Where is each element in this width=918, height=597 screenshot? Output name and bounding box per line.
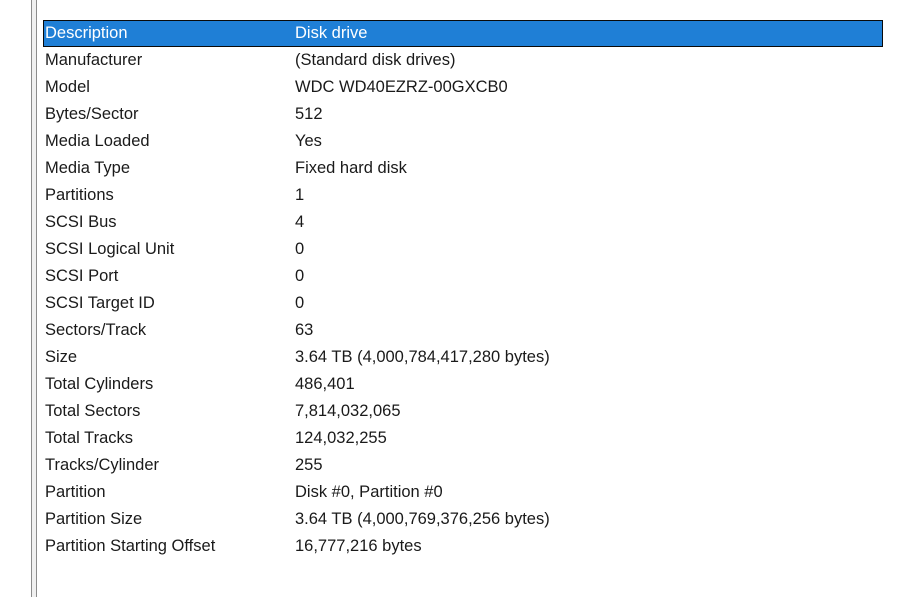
item-value: 1 xyxy=(295,186,305,204)
item-value: 486,401 xyxy=(295,375,355,393)
property-row[interactable]: Manufacturer (Standard disk drives) xyxy=(43,47,883,74)
item-label: Partitions xyxy=(45,186,114,204)
property-row[interactable]: Sectors/Track 63 xyxy=(43,317,883,344)
property-row[interactable]: SCSI Port 0 xyxy=(43,263,883,290)
item-value: Yes xyxy=(295,132,322,150)
item-value: Disk drive xyxy=(295,24,368,42)
property-row[interactable]: SCSI Bus 4 xyxy=(43,209,883,236)
item-value: 255 xyxy=(295,456,323,474)
item-label: Tracks/Cylinder xyxy=(45,456,159,474)
property-row[interactable]: Bytes/Sector 512 xyxy=(43,101,883,128)
property-row[interactable]: Total Cylinders 486,401 xyxy=(43,371,883,398)
item-value: 63 xyxy=(295,321,314,339)
property-row[interactable]: Media Loaded Yes xyxy=(43,128,883,155)
item-value: (Standard disk drives) xyxy=(295,51,456,69)
property-row[interactable]: Tracks/Cylinder 255 xyxy=(43,452,883,479)
item-value: WDC WD40EZRZ-00GXCB0 xyxy=(295,78,508,96)
property-row-selected[interactable]: Description Disk drive xyxy=(43,20,883,47)
item-label: Partition Starting Offset xyxy=(45,537,216,555)
item-value: 0 xyxy=(295,267,305,285)
item-value: 0 xyxy=(295,294,305,312)
item-label: Partition xyxy=(45,483,106,501)
item-label: Total Tracks xyxy=(45,429,134,447)
item-label: Size xyxy=(45,348,78,366)
properties-list: Description Disk drive Manufacturer (Stand… xyxy=(43,20,883,560)
system-information-window: Description Disk drive Manufacturer (Stand… xyxy=(0,0,918,597)
property-row[interactable]: Total Tracks 124,032,255 xyxy=(43,425,883,452)
pane-splitter[interactable] xyxy=(31,0,37,597)
item-label: SCSI Target ID xyxy=(45,294,155,312)
property-row[interactable]: SCSI Target ID 0 xyxy=(43,290,883,317)
item-label: Description xyxy=(45,24,128,42)
item-label: Media Loaded xyxy=(45,132,150,150)
item-value: 512 xyxy=(295,105,323,123)
item-value: 3.64 TB (4,000,769,376,256 bytes) xyxy=(295,510,550,528)
property-row[interactable]: Total Sectors 7,814,032,065 xyxy=(43,398,883,425)
item-label: Model xyxy=(45,78,90,96)
property-row[interactable]: Model WDC WD40EZRZ-00GXCB0 xyxy=(43,74,883,101)
item-label: SCSI Logical Unit xyxy=(45,240,175,258)
item-label: SCSI Bus xyxy=(45,213,117,231)
item-label: Sectors/Track xyxy=(45,321,147,339)
item-value: 7,814,032,065 xyxy=(295,402,401,420)
item-value: 4 xyxy=(295,213,305,231)
item-value: 3.64 TB (4,000,784,417,280 bytes) xyxy=(295,348,550,366)
property-row[interactable]: Partitions 1 xyxy=(43,182,883,209)
property-row[interactable]: SCSI Logical Unit 0 xyxy=(43,236,883,263)
item-label: Partition Size xyxy=(45,510,143,528)
property-row[interactable]: Media Type Fixed hard disk xyxy=(43,155,883,182)
item-label: Bytes/Sector xyxy=(45,105,139,123)
item-value: Disk #0, Partition #0 xyxy=(295,483,443,501)
item-value: 124,032,255 xyxy=(295,429,387,447)
property-row[interactable]: Partition Disk #0, Partition #0 xyxy=(43,479,883,506)
property-row[interactable]: Partition Size 3.64 TB (4,000,769,376,256… xyxy=(43,506,883,533)
property-row[interactable]: Size 3.64 TB (4,000,784,417,280 bytes) xyxy=(43,344,883,371)
item-label: Manufacturer xyxy=(45,51,143,69)
item-label: Total Cylinders xyxy=(45,375,154,393)
property-row[interactable]: Partition Starting Offset 16,777,216 byte… xyxy=(43,533,883,560)
item-value: 0 xyxy=(295,240,305,258)
item-value: Fixed hard disk xyxy=(295,159,407,177)
item-value: 16,777,216 bytes xyxy=(295,537,422,555)
item-label: Total Sectors xyxy=(45,402,141,420)
item-label: Media Type xyxy=(45,159,130,177)
item-label: SCSI Port xyxy=(45,267,119,285)
